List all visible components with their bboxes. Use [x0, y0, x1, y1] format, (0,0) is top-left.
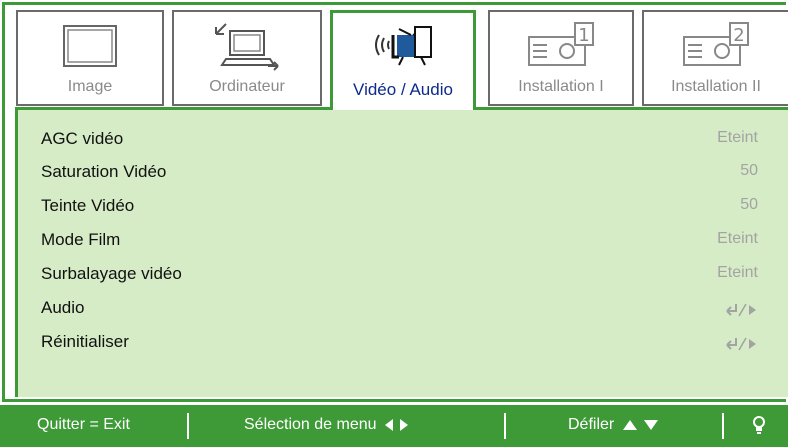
tab-image[interactable]: Image	[16, 10, 164, 106]
tab-label: Vidéo / Audio	[353, 80, 453, 99]
arrow-left-icon	[384, 418, 393, 431]
separator	[187, 413, 189, 439]
menu-item-label: Teinte Vidéo	[41, 196, 135, 215]
arrow-down-icon	[644, 419, 659, 430]
menu-item-label: Mode Film	[41, 230, 121, 249]
menu-item-audio[interactable]: Audio	[18, 294, 788, 324]
menu-select-label: Sélection de menu	[244, 416, 377, 433]
enter-submenu-icon	[724, 298, 758, 318]
tab-installation-1[interactable]: 1 Installation I	[488, 10, 634, 106]
menu-item-label: Audio	[41, 298, 85, 317]
scroll-hint: Défiler	[568, 416, 659, 434]
menu-item-surbalayage-video[interactable]: Surbalayage vidéo Eteint	[18, 260, 788, 290]
menu-item-label: Surbalayage vidéo	[41, 264, 182, 283]
tab-label: Installation I	[518, 78, 604, 95]
menu-item-teinte-video[interactable]: Teinte Vidéo 50	[18, 192, 788, 222]
enter-submenu-icon	[724, 332, 758, 352]
menu-item-mode-film[interactable]: Mode Film Eteint	[18, 226, 788, 256]
projector-2-icon: 2	[644, 18, 788, 74]
arrow-up-icon	[622, 419, 637, 430]
menu-item-label: Saturation Vidéo	[41, 162, 167, 181]
menu-item-value: Eteint	[717, 129, 758, 146]
projector-1-icon: 1	[490, 18, 632, 74]
tab-installation-2[interactable]: 2 Installation II	[642, 10, 788, 106]
scroll-label: Défiler	[568, 416, 615, 433]
tab-label: Ordinateur	[209, 78, 285, 95]
separator	[722, 413, 724, 439]
computer-input-icon	[174, 18, 320, 74]
tab-label: Installation II	[671, 78, 761, 95]
menu-item-value: Eteint	[717, 230, 758, 247]
menu-select-hint: Sélection de menu	[244, 416, 409, 434]
menu-item-reinitialiser[interactable]: Réinitialiser	[18, 328, 788, 358]
menu-item-value: Eteint	[717, 264, 758, 281]
tab-label: Image	[67, 78, 113, 95]
menu-item-label: Réinitialiser	[41, 332, 129, 351]
menu-item-value: 50	[740, 196, 758, 213]
tab-ordinateur[interactable]: Ordinateur	[172, 10, 322, 106]
svg-text:1: 1	[578, 25, 589, 46]
exit-hint: Quitter = Exit	[37, 416, 130, 433]
svg-text:2: 2	[733, 25, 744, 46]
menu-item-agc-video[interactable]: AGC vidéo Eteint	[18, 125, 788, 155]
settings-panel: AGC vidéo Eteint Saturation Vidéo 50 Tei…	[15, 107, 788, 397]
arrow-right-icon	[400, 418, 409, 431]
video-audio-icon	[333, 19, 473, 75]
lightbulb-icon	[752, 415, 766, 440]
menu-item-label: AGC vidéo	[41, 129, 124, 148]
menu-item-saturation-video[interactable]: Saturation Vidéo 50	[18, 158, 788, 188]
tab-video-audio[interactable]: Vidéo / Audio	[330, 10, 476, 110]
menu-item-value: 50	[740, 162, 758, 179]
monitor-icon	[18, 18, 162, 74]
footer-bar: Quitter = Exit Sélection de menu Défiler	[0, 405, 788, 447]
separator	[504, 413, 506, 439]
